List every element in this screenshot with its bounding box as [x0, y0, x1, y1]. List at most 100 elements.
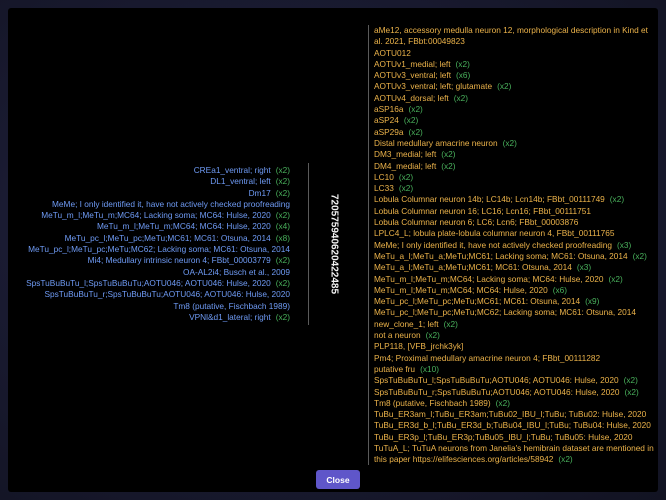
output-label-row: AOTUv4_dorsal; left (x2) [374, 93, 654, 104]
label-count: (x2) [425, 330, 440, 341]
label-text: aSP16a [374, 104, 404, 115]
label-text: LPLC4_L; lobula plate-lobula columnar ne… [374, 228, 615, 239]
label-count: (x2) [441, 160, 456, 171]
label-text: CREa1_ventral; right [193, 165, 271, 175]
label-text: MeMe; I only identified it, have not act… [374, 239, 612, 250]
label-text: DM3_medial; left [374, 149, 437, 160]
label-count: (x2) [632, 250, 647, 261]
label-count: (x2) [408, 126, 423, 137]
label-text: MeTu_pc_l;MeTu_pc;MeTu;MC61; MC61: Otsun… [64, 232, 271, 243]
label-text: aMe12, accessory medulla neuron 12, morp… [374, 25, 648, 47]
output-label-row: AOTUv1_medial; left (x2) [374, 59, 654, 70]
input-label-row: MeMe; I only identified it, have not act… [52, 199, 290, 210]
output-label-row: aMe12, accessory medulla neuron 12, morp… [374, 25, 654, 48]
output-label-row: aSP16a (x2) [374, 104, 654, 115]
center-neuron-id-text: 720575940620422485 [328, 193, 340, 295]
label-count: (x3) [576, 262, 592, 273]
input-label-row: MeTu_pc_l;MeTu_pc;MeTu;MC61; MC61: Otsun… [65, 233, 290, 244]
input-label-row: Mi4; Medullary intrinsic neuron 4; FBbt_… [88, 255, 290, 266]
label-count: (x2) [275, 277, 290, 288]
label-count: (x8) [275, 232, 290, 243]
output-label-row: AOTU012 [374, 48, 654, 59]
input-label-row: MeTu_pc_l;MeTu_pc;MeTu;MC62; Lacking som… [28, 244, 290, 255]
label-text: MeTu_pc_l;MeTu_pc;MeTu;MC62; Lacking som… [374, 307, 636, 318]
label-count: (x2) [502, 137, 517, 148]
label-count: (x2) [275, 255, 290, 266]
label-count: (x2) [275, 176, 290, 187]
label-text: MeTu_a_l;MeTu_a;MeTu;MC61; Lacking soma;… [374, 250, 628, 261]
label-text: SpsTuBuBuTu_l;SpsTuBuBuTu;AOTU046; AOTU0… [374, 375, 619, 386]
output-label-row: Lobula Columnar neuron 16; LC16; Lcn16; … [374, 206, 654, 217]
label-text: TuBu_ER3p_l;TuBu_ER3p;TuBu05_IBU_l;TuBu;… [374, 431, 633, 442]
output-label-row: MeTu_m_l;MeTu_m;MC64; Lacking soma; MC64… [374, 274, 654, 285]
label-text: TuBu_ER3am_l;TuBu_ER3am;TuBu02_IBU_l;TuB… [374, 409, 647, 420]
output-label-row: putative fru (x10) [374, 364, 654, 375]
output-label-row: Pm4; Proximal medullary amacrine neuron … [374, 353, 654, 364]
output-label-row: Distal medullary amacrine neuron (x2) [374, 138, 654, 149]
label-text: Tm8 (putative, Fischbach 1989) [374, 397, 491, 408]
label-count: (x2) [275, 165, 290, 175]
output-label-row: aSP24 (x2) [374, 115, 654, 126]
label-text: aSP29a [374, 126, 404, 137]
input-label-row: MeTu_m_l;MeTu_m;MC64; Lacking soma; MC64… [41, 210, 290, 221]
label-text: DM4_medial; left [374, 160, 437, 171]
label-count: (x2) [275, 187, 290, 198]
label-count: (x6) [552, 284, 567, 295]
label-count: (x4) [275, 221, 290, 232]
output-label-row: LC33 (x2) [374, 183, 654, 194]
close-button[interactable]: Close [316, 470, 360, 489]
input-label-row: SpsTuBuBuTu_r;SpsTuBuBuTu;AOTU046; AOTU0… [45, 289, 291, 300]
label-count: (x2) [453, 92, 468, 103]
output-label-row: LC10 (x2) [374, 172, 654, 183]
label-count: (x2) [398, 171, 414, 182]
label-text: SpsTuBuBuTu_r;SpsTuBuBuTu;AOTU046; AOTU0… [374, 386, 620, 397]
label-text: Tm8 (putative, Fischbach 1989) [173, 300, 290, 311]
output-label-row: Lobula Columnar neuron 6; LC6; Lcn6; FBb… [374, 217, 654, 228]
label-count: (x2) [441, 149, 456, 160]
label-text: OA-AL2i4; Busch et al., 2009 [182, 266, 290, 277]
input-label-row: SpsTuBuBuTu_l;SpsTuBuBuTu;AOTU046; AOTU0… [26, 278, 290, 289]
output-label-row: TuTuA_L; TuTuA neurons from Janelia's he… [374, 443, 654, 466]
label-text: aSP24 [374, 115, 399, 126]
output-label-row: Lobula Columnar neuron 14b; LC14b; Lcn14… [374, 194, 654, 205]
output-label-row: MeTu_pc_l;MeTu_pc;MeTu;MC61; MC61: Otsun… [374, 296, 654, 307]
label-count: (x2) [609, 194, 625, 205]
label-count: (x6) [456, 70, 471, 81]
label-text: Mi4; Medullary intrinsic neuron 4; FBbt_… [87, 255, 271, 266]
input-label-row: Dm17 (x2) [249, 188, 290, 199]
input-label-row: DL1_ventral; left (x2) [210, 176, 290, 187]
output-label-row: SpsTuBuBuTu_l;SpsTuBuBuTu;AOTU046; AOTU0… [374, 375, 654, 386]
label-count: (x2) [403, 115, 419, 126]
label-text: new_clone_1; left [374, 318, 439, 329]
right-divider [368, 25, 369, 465]
output-label-row: PLP118, [VFB_jrchk3yk] [374, 341, 654, 352]
label-text: MeTu_pc_l;MeTu_pc;MeTu;MC61; MC61: Otsun… [374, 296, 581, 307]
label-text: Lobula Columnar neuron 16; LC16; Lcn16; … [374, 205, 591, 216]
output-label-row: aSP29a (x2) [374, 127, 654, 138]
label-text: TuBu_ER3d_b_l;TuBu_ER3d_b;TuBu04_IBU_l;T… [374, 420, 651, 431]
output-label-row: AOTUv3_ventral; left (x6) [374, 70, 654, 81]
label-text: VPNl&d1_lateral; right [189, 311, 271, 322]
label-text: Dm17 [248, 187, 271, 198]
label-text: Lobula Columnar neuron 14b; LC14b; Lcn14… [374, 194, 605, 205]
output-label-row: LPLC4_L; lobula plate-lobula columnar ne… [374, 228, 654, 239]
label-text: LC10 [374, 171, 394, 182]
label-text: MeTu_a_l;MeTu_a;MeTu;MC61; MC61: Otsuna,… [374, 262, 572, 273]
label-text: SpsTuBuBuTu_l;SpsTuBuBuTu;AOTU046; AOTU0… [26, 277, 271, 288]
label-text: Lobula Columnar neuron 6; LC6; Lcn6; FBb… [374, 217, 579, 228]
label-text: MeTu_m_l;MeTu_m;MC64; Lacking soma; MC64… [374, 273, 604, 284]
label-count: (x2) [455, 58, 470, 69]
output-label-row: MeTu_a_l;MeTu_a;MeTu;MC61; MC61: Otsuna,… [374, 262, 654, 273]
output-label-row: MeTu_a_l;MeTu_a;MeTu;MC61; Lacking soma;… [374, 251, 654, 262]
output-label-row: DM3_medial; left (x2) [374, 149, 654, 160]
label-count: (x2) [275, 311, 290, 322]
output-label-row: DM4_medial; left (x2) [374, 161, 654, 172]
label-count: (x10) [420, 363, 439, 374]
label-text: MeMe; I only identified it, have not act… [52, 198, 290, 209]
output-label-row: MeTu_pc_l;MeTu_pc;MeTu;MC62; Lacking som… [374, 307, 654, 318]
neuron-labels-dialog: CREa1_ventral; right (x2) DL1_ventral; lef… [8, 8, 658, 492]
label-count: (x2) [443, 318, 458, 329]
output-labels-list: aMe12, accessory medulla neuron 12, morp… [374, 25, 654, 466]
output-label-row: MeMe; I only identified it, have not act… [374, 240, 654, 251]
left-divider [308, 163, 309, 325]
